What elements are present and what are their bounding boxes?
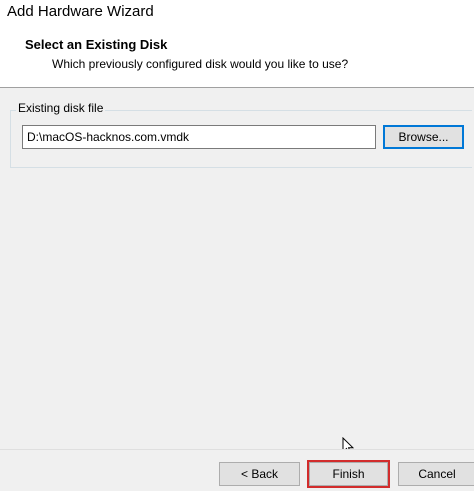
disk-file-path-input[interactable]: D:\macOS-hacknos.com.vmdk [22, 125, 376, 149]
browse-button[interactable]: Browse... [383, 125, 464, 149]
cancel-button[interactable]: Cancel [398, 462, 474, 486]
title-bar: Add Hardware Wizard [0, 0, 474, 26]
page-subtitle: Which previously configured disk would y… [52, 57, 349, 71]
add-hardware-wizard-window: Add Hardware Wizard Select an Existing D… [0, 0, 474, 491]
page-title: Select an Existing Disk [25, 37, 168, 52]
wizard-body: Existing disk file D:\macOS-hacknos.com.… [0, 89, 474, 459]
back-button[interactable]: < Back [219, 462, 300, 486]
finish-button[interactable]: Finish [307, 460, 390, 488]
existing-disk-group-label: Existing disk file [16, 101, 106, 115]
wizard-header: Select an Existing Disk Which previously… [0, 26, 474, 88]
window-title: Add Hardware Wizard [7, 3, 154, 20]
